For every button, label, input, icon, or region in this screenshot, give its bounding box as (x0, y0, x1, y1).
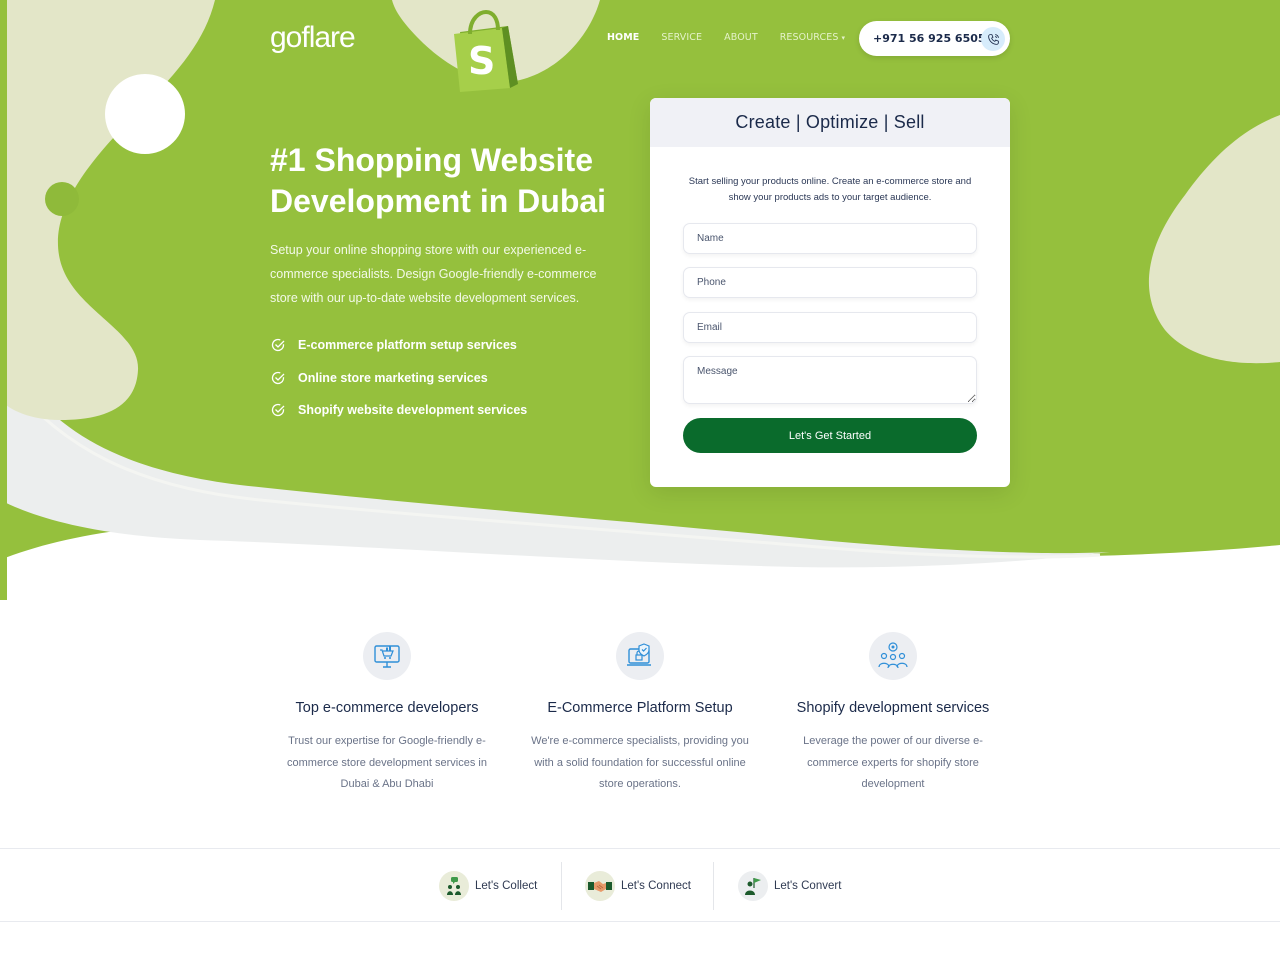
chevron-down-icon: ▾ (841, 34, 846, 42)
hero-description: Setup your online shopping store with ou… (270, 243, 597, 305)
form-intro: Start selling your products online. Crea… (688, 176, 972, 203)
logo-text: goflare (270, 21, 356, 54)
nav-about[interactable]: ABOUT (724, 32, 758, 43)
check-circle-icon (271, 339, 285, 352)
secure-laptop-icon (616, 632, 664, 680)
service-title: E-Commerce Platform Setup (547, 700, 733, 716)
feature-text: E-commerce platform setup services (298, 338, 517, 353)
step-label: Let's Connect (621, 880, 691, 892)
name-input[interactable] (683, 223, 977, 254)
check-circle-icon (271, 404, 285, 417)
email-input[interactable] (683, 312, 977, 343)
service-text: Trust our expertise for Google-friendly … (287, 735, 487, 790)
team-target-icon (869, 632, 917, 680)
feature-item: Online store marketing services (270, 362, 527, 395)
feature-item: E-commerce platform setup services (270, 329, 527, 362)
service-title: Top e-commerce developers (295, 700, 479, 716)
feature-text: Online store marketing services (298, 370, 488, 385)
feature-item: Shopify website development services (270, 394, 527, 427)
feature-list: E-commerce platform setup services Onlin… (270, 329, 527, 427)
handshake-icon (585, 871, 615, 901)
phone-button[interactable]: +971 56 925 6505 (859, 21, 1010, 56)
step-connect: Let's Connect (585, 869, 691, 903)
step-convert: Let's Convert (738, 869, 841, 903)
service-text: Leverage the power of our diverse e-comm… (803, 735, 983, 790)
form-header: Create | Optimize | Sell (650, 98, 1010, 147)
phone-input[interactable] (683, 267, 977, 298)
shopify-bag-icon: S (454, 10, 518, 92)
form-heading: Create | Optimize | Sell (735, 112, 925, 132)
hero-section: goflare S HOME SERVICE ABOUT RESOURCES ▾ … (0, 0, 1280, 600)
check-circle-icon (271, 371, 285, 384)
step-label: Let's Convert (774, 880, 842, 892)
nav-resources[interactable]: RESOURCES ▾ (780, 32, 845, 43)
service-card: Top e-commerce developers Trust our expe… (272, 632, 502, 796)
step-label: Let's Collect (475, 880, 538, 892)
lead-form-card: Create | Optimize | Sell Start selling y… (650, 98, 1010, 487)
process-bar: Let's Collect Let's Connect Let's Conver… (0, 848, 1280, 922)
message-textarea[interactable] (683, 356, 977, 404)
people-chat-icon (439, 871, 469, 901)
main-nav: HOME SERVICE ABOUT RESOURCES ▾ (607, 32, 867, 43)
service-title: Shopify development services (796, 700, 990, 716)
phone-icon (981, 27, 1005, 51)
divider (561, 862, 562, 910)
monitor-cart-icon (363, 632, 411, 680)
step-collect: Let's Collect (439, 869, 537, 903)
site-logo[interactable]: goflare (270, 21, 356, 54)
nav-resources-label: RESOURCES (779, 32, 839, 43)
nav-service[interactable]: SERVICE (661, 32, 702, 43)
service-card: E-Commerce Platform Setup We're e-commer… (525, 632, 755, 796)
nav-home[interactable]: HOME (607, 32, 639, 43)
hero-background (0, 0, 1280, 600)
feature-text: Shopify website development services (298, 403, 528, 418)
phone-number: +971 56 925 6505 (873, 32, 986, 45)
hero-title: #1 Shopping Website Development in Dubai (270, 142, 607, 219)
person-flag-icon (738, 871, 768, 901)
get-started-button[interactable]: Let's Get Started (683, 418, 977, 453)
service-text: We're e-commerce specialists, providing … (531, 735, 749, 790)
service-card: Shopify development services Leverage th… (778, 632, 1008, 796)
divider (713, 862, 714, 910)
svg-text:S: S (468, 39, 495, 83)
